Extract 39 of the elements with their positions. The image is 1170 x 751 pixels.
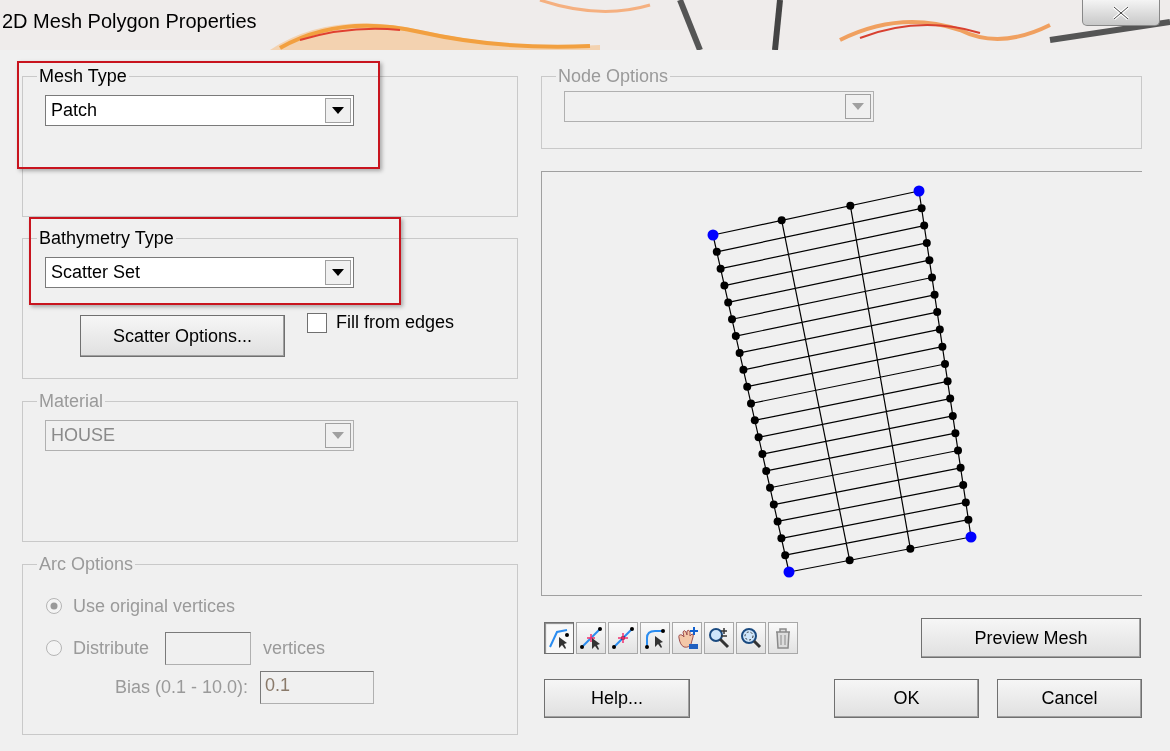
line-node-cursor-icon <box>579 626 603 650</box>
radio-label: Distribute <box>73 637 150 659</box>
zoom-extents-icon <box>739 626 763 650</box>
preview-mesh-button[interactable]: Preview Mesh <box>921 618 1141 658</box>
tool-button[interactable] <box>704 622 734 654</box>
dropdown-arrow-icon <box>852 103 864 110</box>
tool-button[interactable] <box>736 622 766 654</box>
vertex-count-field[interactable] <box>165 631 252 665</box>
tool-button[interactable] <box>608 622 638 654</box>
checkbox[interactable] <box>307 312 327 333</box>
mesh-type-dropdown[interactable]: Patch <box>45 95 354 126</box>
close-button[interactable] <box>1082 0 1160 26</box>
line-split-icon <box>611 626 635 650</box>
ok-button[interactable]: OK <box>834 679 979 718</box>
dropdown-arrow-icon <box>332 107 344 114</box>
tool-button[interactable] <box>576 622 606 654</box>
group-label: Node Options <box>557 66 670 87</box>
tool-button[interactable] <box>544 622 574 654</box>
bathymetry-type-dropdown[interactable]: Scatter Set <box>45 257 354 288</box>
group-label: Bathymetry Type <box>38 228 175 249</box>
field-label: Bias (0.1 - 10.0): <box>115 677 249 698</box>
group-label: Material <box>38 391 105 412</box>
dropdown-arrow-icon <box>332 432 344 439</box>
close-icon <box>1112 5 1130 20</box>
dropdown-arrow-icon <box>332 269 344 276</box>
zoom-icon <box>707 626 731 650</box>
checkbox-label: Fill from edges <box>336 312 455 333</box>
window-title: 2D Mesh Polygon Properties <box>2 9 257 33</box>
curve-cursor-icon <box>643 626 667 650</box>
group-label: Mesh Type <box>38 66 128 87</box>
line-cursor-icon <box>547 626 571 650</box>
radio-label: Use original vertices <box>73 595 236 617</box>
cancel-button[interactable]: Cancel <box>997 679 1142 718</box>
help-button[interactable]: Help... <box>544 679 690 718</box>
tool-button[interactable] <box>640 622 670 654</box>
scatter-options-button[interactable]: Scatter Options... <box>80 315 285 357</box>
group-label: Arc Options <box>38 554 135 575</box>
field-label: vertices <box>263 637 326 659</box>
hand-icon <box>675 626 699 650</box>
